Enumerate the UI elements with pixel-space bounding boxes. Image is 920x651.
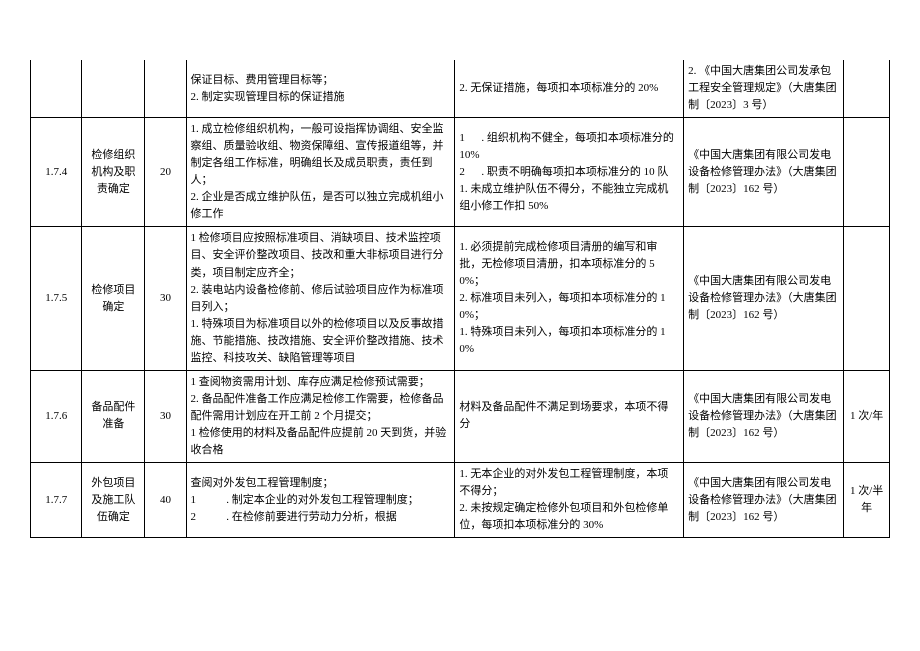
cell-id [31,60,82,118]
cell-name: 检修项目确定 [82,227,145,370]
cell-ref: 《中国大唐集团有限公司发电设备检修管理办法》（大唐集团制〔2023〕162 号） [684,227,844,370]
cell-rule: 1. 必须提前完成检修项目清册的编写和审批，无检修项目清册，扣本项标准分的 50… [455,227,684,370]
cell-freq: 1 次/半年 [844,463,890,538]
assessment-table: 保证目标、费用管理目标等； 2. 制定实现管理目标的保证措施 2. 无保证措施，… [30,60,890,538]
cell-score: 30 [145,370,186,462]
cell-id: 1.7.7 [31,463,82,538]
cell-ref: 《中国大唐集团有限公司发电设备检修管理办法》（大唐集团制〔2023〕162 号） [684,370,844,462]
cell-content: 保证目标、费用管理目标等； 2. 制定实现管理目标的保证措施 [186,60,455,118]
cell-id: 1.7.6 [31,370,82,462]
cell-score [145,60,186,118]
cell-rule: 1 . 组织机构不健全，每项扣本项标准分的 10% 2 . 职责不明确每项扣本项… [455,118,684,227]
cell-freq [844,227,890,370]
cell-ref: 《中国大唐集团有限公司发电设备检修管理办法》（大唐集团制〔2023〕162 号） [684,118,844,227]
cell-content: 1 查阅物资需用计划、库存应满足检修预试需要； 2. 备品配件准备工作应满足检修… [186,370,455,462]
cell-rule: 2. 无保证措施，每项扣本项标准分的 20% [455,60,684,118]
table-row: 1.7.7 外包项目及施工队伍确定 40 查阅对外发包工程管理制度； 1 . 制… [31,463,890,538]
cell-score: 30 [145,227,186,370]
table-row: 1.7.6 备品配件准备 30 1 查阅物资需用计划、库存应满足检修预试需要； … [31,370,890,462]
cell-freq [844,60,890,118]
cell-name: 外包项目及施工队伍确定 [82,463,145,538]
table-row: 1.7.4 检修组织机构及职责确定 20 1. 成立检修组织机构，一般可设指挥协… [31,118,890,227]
cell-content: 1. 成立检修组织机构，一般可设指挥协调组、安全监察组、质量验收组、物资保障组、… [186,118,455,227]
cell-name: 检修组织机构及职责确定 [82,118,145,227]
cell-rule: 材料及备品配件不满足到场要求，本项不得分 [455,370,684,462]
cell-name [82,60,145,118]
cell-rule: 1. 无本企业的对外发包工程管理制度，本项不得分； 2. 未按规定确定检修外包项… [455,463,684,538]
table-row: 1.7.5 检修项目确定 30 1 检修项目应按照标准项目、消缺项目、技术监控项… [31,227,890,370]
cell-id: 1.7.4 [31,118,82,227]
cell-content: 查阅对外发包工程管理制度； 1 . 制定本企业的对外发包工程管理制度； 2 . … [186,463,455,538]
cell-content: 1 检修项目应按照标准项目、消缺项目、技术监控项目、安全评价整改项目、技改和重大… [186,227,455,370]
cell-freq: 1 次/年 [844,370,890,462]
cell-id: 1.7.5 [31,227,82,370]
cell-freq [844,118,890,227]
cell-ref: 2. 《中国大唐集团公司发承包工程安全管理规定》（大唐集团制〔2023〕3 号） [684,60,844,118]
cell-score: 20 [145,118,186,227]
cell-name: 备品配件准备 [82,370,145,462]
cell-score: 40 [145,463,186,538]
cell-ref: 《中国大唐集团有限公司发电设备检修管理办法》（大唐集团制〔2023〕162 号） [684,463,844,538]
table-row: 保证目标、费用管理目标等； 2. 制定实现管理目标的保证措施 2. 无保证措施，… [31,60,890,118]
